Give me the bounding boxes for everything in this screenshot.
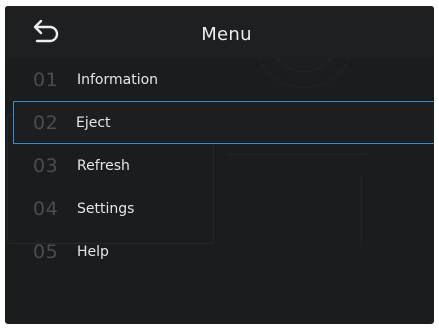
menu-item-label: Information	[77, 71, 159, 88]
menu-item-number: 04	[33, 197, 59, 220]
menu-item-number: 01	[33, 68, 59, 91]
menu-item-number: 03	[33, 154, 59, 177]
header-bar: Menu	[5, 6, 434, 58]
back-button[interactable]	[25, 16, 65, 50]
menu-item-settings[interactable]: 04 Settings	[13, 187, 434, 230]
menu-screen: Menu 01 Information 02 Eject 03 Refresh …	[5, 6, 434, 324]
menu-item-label: Refresh	[77, 157, 130, 174]
menu-item-number: 05	[33, 240, 59, 263]
menu-item-number: 02	[33, 111, 59, 134]
menu-item-refresh[interactable]: 03 Refresh	[13, 144, 434, 187]
menu-item-information[interactable]: 01 Information	[13, 58, 434, 101]
menu-item-label: Eject	[76, 114, 111, 131]
menu-item-help[interactable]: 05 Help	[13, 230, 434, 273]
page-title: Menu	[201, 24, 252, 45]
menu-item-label: Settings	[77, 200, 135, 217]
menu-item-eject[interactable]: 02 Eject	[13, 101, 434, 144]
back-arrow-icon	[30, 18, 60, 48]
menu-list: 01 Information 02 Eject 03 Refresh 04 Se…	[13, 58, 434, 273]
menu-item-label: Help	[77, 243, 109, 260]
